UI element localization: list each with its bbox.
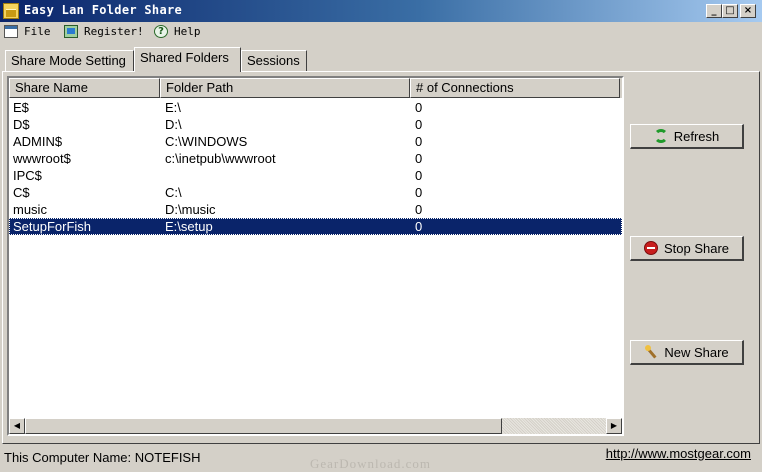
table-row-selected[interactable]: SetupForFish E:\setup 0 bbox=[9, 218, 622, 235]
menu-help[interactable]: ? Help bbox=[154, 23, 201, 39]
menu-bar: File Register! ? Help bbox=[0, 22, 762, 40]
cell-share-name: SetupForFish bbox=[13, 219, 92, 234]
table-row[interactable]: ADMIN$ C:\WINDOWS 0 bbox=[9, 133, 622, 150]
cell-connections: 0 bbox=[415, 202, 423, 217]
app-folder-icon bbox=[3, 3, 19, 19]
computer-name-status: This Computer Name: NOTEFISH bbox=[4, 450, 201, 465]
cell-share-name: C$ bbox=[13, 185, 30, 200]
window-title: Easy Lan Folder Share bbox=[24, 3, 183, 17]
column-header-connections[interactable]: # of Connections bbox=[410, 78, 620, 98]
cell-folder-path: C:\ bbox=[165, 185, 182, 200]
table-row[interactable]: wwwroot$ c:\inetpub\wwwroot 0 bbox=[9, 150, 622, 167]
cell-share-name: wwwroot$ bbox=[13, 151, 71, 166]
magic-wand-icon bbox=[644, 345, 658, 359]
close-button[interactable]: × bbox=[740, 4, 756, 18]
stop-share-button[interactable]: Stop Share bbox=[630, 236, 744, 261]
cell-folder-path: C:\WINDOWS bbox=[165, 134, 248, 149]
cell-folder-path: E:\setup bbox=[165, 219, 213, 234]
tab-share-mode-setting[interactable]: Share Mode Setting bbox=[5, 50, 134, 72]
menu-help-label: Help bbox=[174, 24, 201, 38]
table-row[interactable]: E$ E:\ 0 bbox=[9, 99, 622, 116]
stop-share-button-label: Stop Share bbox=[663, 240, 730, 256]
cell-connections: 0 bbox=[415, 219, 423, 234]
minimize-button[interactable]: _ bbox=[706, 4, 722, 18]
cell-share-name: E$ bbox=[13, 100, 29, 115]
cell-connections: 0 bbox=[415, 100, 423, 115]
refresh-button[interactable]: Refresh bbox=[630, 124, 744, 149]
menu-file[interactable]: File bbox=[4, 23, 51, 39]
column-header-share-name[interactable]: Share Name bbox=[9, 78, 160, 98]
cell-folder-path: D:\ bbox=[165, 117, 182, 132]
table-row[interactable]: D$ D:\ 0 bbox=[9, 116, 622, 133]
maximize-button[interactable]: □ bbox=[722, 4, 738, 18]
stop-icon bbox=[643, 241, 658, 255]
cell-connections: 0 bbox=[415, 168, 423, 183]
refresh-icon bbox=[653, 129, 668, 143]
new-share-button[interactable]: New Share bbox=[630, 340, 744, 365]
website-link[interactable]: http://www.mostgear.com bbox=[606, 446, 751, 461]
cell-share-name: IPC$ bbox=[13, 168, 42, 183]
cell-share-name: D$ bbox=[13, 117, 30, 132]
cell-share-name: ADMIN$ bbox=[13, 134, 63, 149]
cell-connections: 0 bbox=[415, 134, 423, 149]
title-bar: Easy Lan Folder Share _ □ × bbox=[0, 0, 762, 22]
watermark: GearDownload.com bbox=[310, 456, 432, 471]
register-icon bbox=[64, 24, 78, 38]
list-rows: E$ E:\ 0 D$ D:\ 0 ADMIN$ C:\WINDOWS 0 ww… bbox=[9, 99, 622, 235]
table-row[interactable]: IPC$ 0 bbox=[9, 167, 622, 184]
cell-folder-path: c:\inetpub\wwwroot bbox=[165, 151, 276, 166]
horizontal-scrollbar[interactable]: ◀ ▶ bbox=[9, 418, 622, 434]
cell-share-name: music bbox=[13, 202, 47, 217]
cell-connections: 0 bbox=[415, 185, 423, 200]
cell-connections: 0 bbox=[415, 117, 423, 132]
table-row[interactable]: music D:\music 0 bbox=[9, 201, 622, 218]
menu-register[interactable]: Register! bbox=[64, 23, 144, 39]
scrollbar-thumb[interactable] bbox=[25, 418, 502, 434]
help-icon: ? bbox=[154, 24, 168, 38]
file-icon bbox=[4, 24, 18, 38]
cell-folder-path: E:\ bbox=[165, 100, 181, 115]
table-row[interactable]: C$ C:\ 0 bbox=[9, 184, 622, 201]
shared-folders-list[interactable]: Share Name Folder Path # of Connections … bbox=[7, 76, 624, 436]
scroll-right-button[interactable]: ▶ bbox=[606, 418, 622, 434]
scroll-left-button[interactable]: ◀ bbox=[9, 418, 25, 434]
menu-register-label: Register! bbox=[84, 24, 144, 38]
cell-folder-path: D:\music bbox=[165, 202, 216, 217]
tab-shared-folders[interactable]: Shared Folders bbox=[134, 47, 241, 72]
new-share-button-label: New Share bbox=[664, 344, 729, 360]
list-header: Share Name Folder Path # of Connections bbox=[9, 78, 622, 98]
menu-file-label: File bbox=[24, 24, 51, 38]
refresh-button-label: Refresh bbox=[673, 128, 720, 144]
tab-sessions[interactable]: Sessions bbox=[241, 50, 307, 72]
cell-connections: 0 bbox=[415, 151, 423, 166]
column-header-folder-path[interactable]: Folder Path bbox=[160, 78, 410, 98]
